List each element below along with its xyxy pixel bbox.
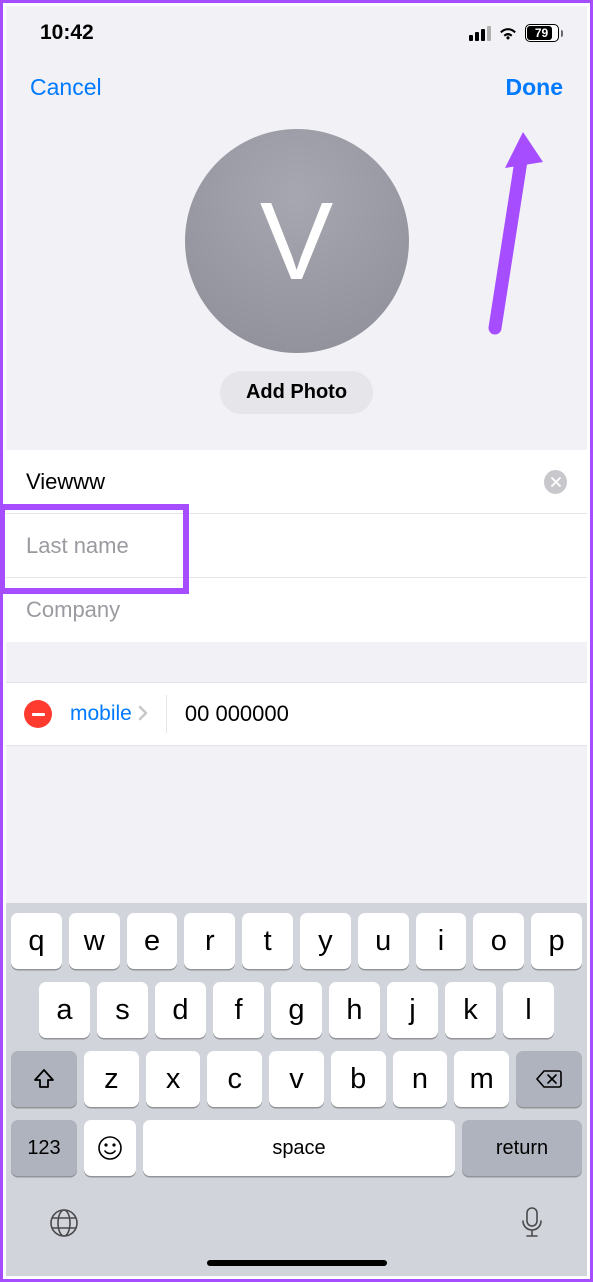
avatar-initial: V [260,178,333,305]
key-f[interactable]: f [213,982,264,1038]
key-r[interactable]: r [184,913,235,969]
phone-label-button[interactable]: mobile [70,702,132,726]
company-field[interactable] [6,578,587,642]
keyboard-row-1: q w e r t y u i o p [11,913,582,969]
avatar-area: V Add Photo [6,111,587,424]
key-o[interactable]: o [473,913,524,969]
company-input[interactable] [26,597,567,623]
keyboard: q w e r t y u i o p a s d f g h j k l z [6,903,587,1276]
last-name-input[interactable] [26,533,567,559]
remove-phone-icon[interactable] [24,700,52,728]
status-right: 79 [469,24,564,42]
first-name-input[interactable] [26,469,544,495]
shift-key[interactable] [11,1051,77,1107]
add-photo-button[interactable]: Add Photo [220,371,373,414]
phone-value[interactable]: 00 000000 [185,701,289,727]
key-g[interactable]: g [271,982,322,1038]
first-name-field[interactable] [6,450,587,514]
key-d[interactable]: d [155,982,206,1038]
globe-icon[interactable] [47,1206,81,1245]
emoji-key[interactable] [84,1120,136,1176]
clear-text-icon[interactable] [544,470,567,494]
cellular-signal-icon [469,26,491,41]
key-l[interactable]: l [503,982,554,1038]
key-x[interactable]: x [146,1051,201,1107]
key-z[interactable]: z [84,1051,139,1107]
keyboard-row-4: 123 space return [11,1120,582,1176]
contact-fields [6,450,587,642]
key-s[interactable]: s [97,982,148,1038]
space-key[interactable]: space [143,1120,455,1176]
numbers-key[interactable]: 123 [11,1120,77,1176]
key-u[interactable]: u [358,913,409,969]
backspace-key[interactable] [516,1051,582,1107]
last-name-field[interactable] [6,514,587,578]
key-q[interactable]: q [11,913,62,969]
key-m[interactable]: m [454,1051,509,1107]
divider [166,695,167,733]
key-k[interactable]: k [445,982,496,1038]
chevron-right-icon [138,701,148,727]
keyboard-row-2: a s d f g h j k l [11,982,582,1038]
mic-icon[interactable] [518,1205,546,1246]
key-a[interactable]: a [39,982,90,1038]
status-bar: 10:42 79 [6,6,587,60]
key-t[interactable]: t [242,913,293,969]
cancel-button[interactable]: Cancel [30,74,102,101]
keyboard-row-3: z x c v b n m [11,1051,582,1107]
key-b[interactable]: b [331,1051,386,1107]
status-time: 10:42 [40,21,94,45]
key-c[interactable]: c [207,1051,262,1107]
key-v[interactable]: v [269,1051,324,1107]
wifi-icon [497,25,519,41]
key-p[interactable]: p [531,913,582,969]
keyboard-bottom [11,1189,582,1250]
key-e[interactable]: e [127,913,178,969]
key-i[interactable]: i [416,913,467,969]
done-button[interactable]: Done [506,74,564,101]
avatar[interactable]: V [185,129,409,353]
return-key[interactable]: return [462,1120,582,1176]
key-j[interactable]: j [387,982,438,1038]
battery-icon: 79 [525,24,564,42]
key-h[interactable]: h [329,982,380,1038]
phone-section: mobile 00 000000 [6,682,587,746]
nav-bar: Cancel Done [6,60,587,111]
home-indicator[interactable] [207,1260,387,1266]
key-w[interactable]: w [69,913,120,969]
key-y[interactable]: y [300,913,351,969]
phone-row[interactable]: mobile 00 000000 [6,683,587,745]
key-n[interactable]: n [393,1051,448,1107]
